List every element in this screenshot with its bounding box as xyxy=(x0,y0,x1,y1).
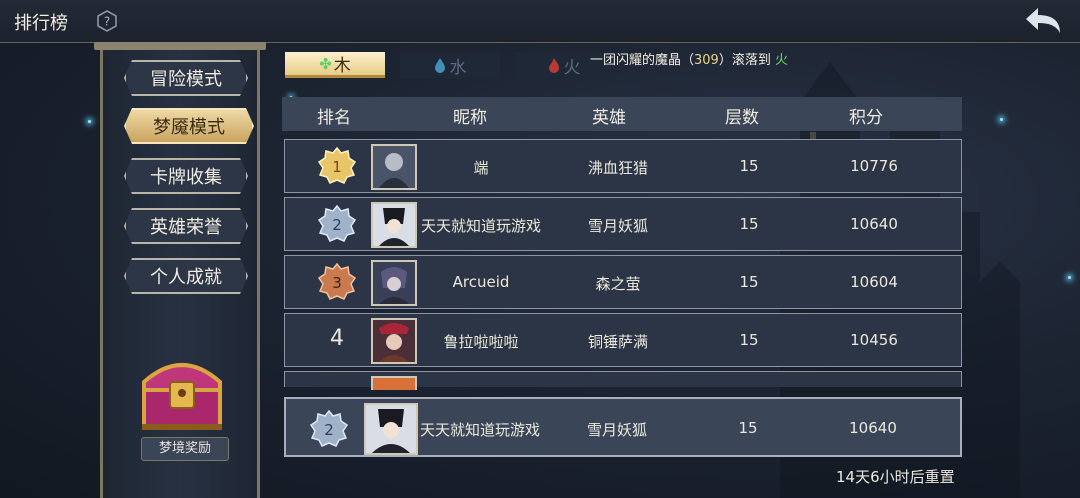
score-value: 10604 xyxy=(850,273,898,291)
tab-fire-label: 火 xyxy=(563,57,581,78)
notice-element: 火 xyxy=(775,53,789,68)
table-header: 排名 昵称 英雄 层数 积分 xyxy=(282,97,962,131)
leaf-icon: ✤ xyxy=(319,54,332,73)
avatar xyxy=(371,202,417,248)
table-row[interactable]: 2 天天就知道玩游戏 雪月妖狐 15 10640 xyxy=(284,197,962,251)
table-row[interactable]: 1 端 沸血狂猎 15 10776 xyxy=(284,139,962,193)
avatar xyxy=(371,318,417,364)
treasure-chest-icon[interactable] xyxy=(136,352,228,434)
hero-name: 铜锤萨满 xyxy=(587,333,649,351)
column-floors: 层数 xyxy=(725,108,759,128)
player-nickname: Arcueid xyxy=(452,273,510,291)
sidebar-item-personal-achievement[interactable]: 个人成就 xyxy=(124,258,248,294)
hero-name: 雪月妖狐 xyxy=(587,217,649,235)
floor-count: 15 xyxy=(739,331,759,349)
sidebar-item-adventure-mode[interactable]: 冒险模式 xyxy=(124,60,248,96)
avatar xyxy=(364,403,418,455)
floor-count: 15 xyxy=(739,215,759,233)
player-nickname: 天天就知道玩游戏 xyxy=(420,217,542,235)
tab-wood[interactable]: ✤ 木 xyxy=(285,52,385,78)
bronze-rank-badge-icon: 3 xyxy=(318,263,356,300)
avatar xyxy=(371,260,417,306)
hero-name: 森之萤 xyxy=(595,275,641,293)
table-row[interactable]: 3 Arcueid 森之萤 15 10604 xyxy=(284,255,962,309)
water-drop-icon xyxy=(434,58,445,73)
score-value: 10776 xyxy=(850,157,898,175)
silver-rank-badge-icon: 2 xyxy=(310,410,348,447)
sparkle xyxy=(88,120,91,123)
svg-text:?: ? xyxy=(104,15,110,29)
table-row-partial[interactable] xyxy=(284,371,962,390)
hero-name: 雪月妖狐 xyxy=(586,421,648,439)
sidebar-item-hero-honor[interactable]: 英雄荣誉 xyxy=(124,208,248,244)
dream-reward-label[interactable]: 梦境奖励 xyxy=(141,437,229,461)
notice-count: 309 xyxy=(694,53,719,68)
floor-count: 15 xyxy=(739,273,759,291)
floor-count: 15 xyxy=(738,419,758,437)
tab-wood-label: 木 xyxy=(333,56,351,76)
column-rank: 排名 xyxy=(317,108,351,128)
column-hero: 英雄 xyxy=(592,108,626,128)
back-arrow-icon[interactable] xyxy=(1022,5,1064,37)
rank-number: 2 xyxy=(324,421,334,439)
avatar xyxy=(371,144,417,190)
floor-count: 15 xyxy=(739,157,759,175)
avatar xyxy=(371,376,417,390)
fire-icon xyxy=(548,58,559,73)
score-value: 10640 xyxy=(849,419,897,437)
column-score: 积分 xyxy=(849,108,883,128)
sparkle xyxy=(1000,118,1003,121)
rank-number: 2 xyxy=(332,216,342,234)
column-nickname: 昵称 xyxy=(453,108,487,128)
tab-water[interactable]: 水 xyxy=(400,52,500,78)
player-nickname: 天天就知道玩游戏 xyxy=(419,421,541,439)
page-title: 排行榜 xyxy=(14,13,68,34)
player-nickname: 鲁拉啦啦啦 xyxy=(443,333,519,351)
player-nickname: 端 xyxy=(473,159,489,177)
table-row[interactable]: 4 鲁拉啦啦啦 铜锤萨满 15 10456 xyxy=(284,313,962,367)
score-value: 10640 xyxy=(850,215,898,233)
broadcast-notice: 一团闪耀的魔晶（309）滚落到 火 xyxy=(590,49,788,68)
score-value: 10456 xyxy=(850,331,898,349)
rank-number: 1 xyxy=(332,158,342,176)
rank-number: 3 xyxy=(332,274,342,292)
banner-rod xyxy=(94,42,266,50)
sidebar-item-card-collection[interactable]: 卡牌收集 xyxy=(124,158,248,194)
top-bar: 排行榜 ? xyxy=(0,0,1080,43)
tab-water-label: 水 xyxy=(449,57,467,78)
notice-middle: ）滚落到 xyxy=(718,53,771,68)
help-icon[interactable]: ? xyxy=(96,10,118,32)
sidebar-item-nightmare-mode[interactable]: 梦魇模式 xyxy=(124,108,254,144)
silver-rank-badge-icon: 2 xyxy=(318,205,356,242)
sparkle xyxy=(1068,276,1071,279)
gold-rank-badge-icon: 1 xyxy=(318,147,356,184)
hero-name: 沸血狂猎 xyxy=(587,159,649,177)
reset-countdown: 14天6小时后重置 xyxy=(836,468,955,486)
notice-prefix: 一团闪耀的魔晶（ xyxy=(590,53,695,68)
my-rank-row[interactable]: 2 天天就知道玩游戏 雪月妖狐 15 10640 xyxy=(284,397,962,457)
rank-number: 4 xyxy=(330,326,344,351)
